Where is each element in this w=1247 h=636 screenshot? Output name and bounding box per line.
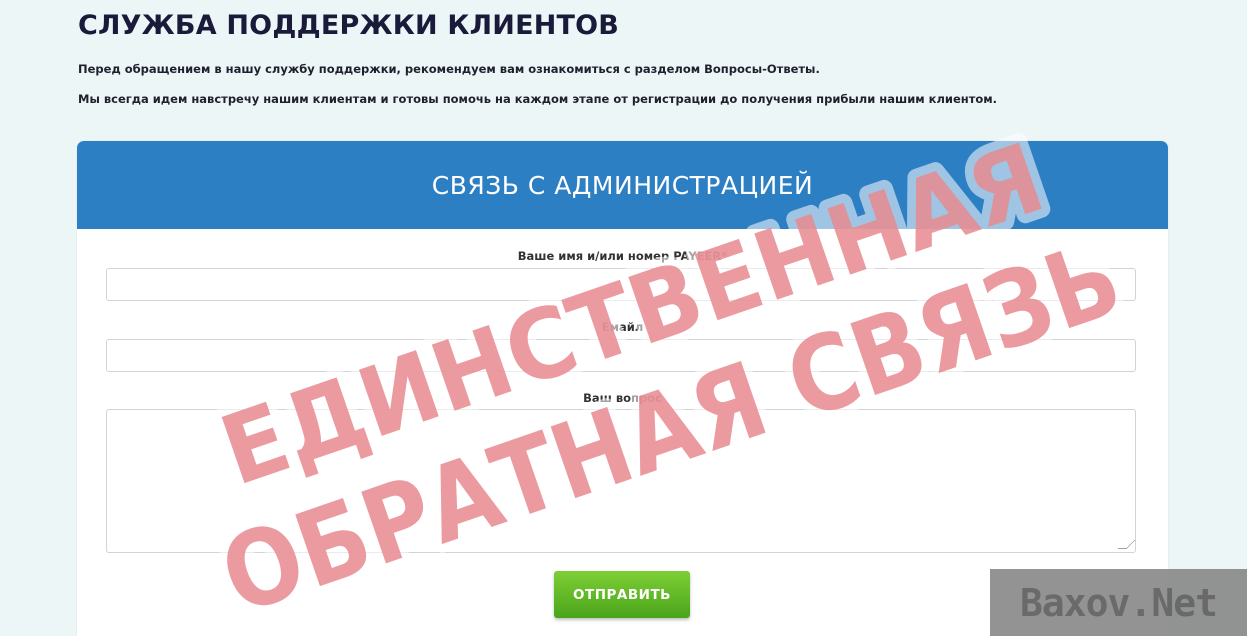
resize-handle-icon[interactable] [1117,540,1136,549]
contact-form-card: СВЯЗЬ С АДМИНИСТРАЦИЕЙ Ваше имя и/или но… [77,141,1168,636]
site-watermark-badge: Baxov.Net [990,569,1247,636]
name-label: Ваше имя и/или номер PAYEER* [517,249,728,263]
question-label: Ваш вопрос [583,391,662,405]
email-input[interactable] [106,339,1136,372]
intro-text-faq: Перед обращением в нашу службу поддержки… [78,62,820,76]
form-header: СВЯЗЬ С АДМИНИСТРАЦИЕЙ [77,141,1168,229]
submit-button[interactable]: ОТПРАВИТЬ [554,571,690,618]
name-input[interactable] [106,268,1136,301]
email-label: Емайл [601,320,644,334]
question-textarea[interactable] [106,409,1136,553]
site-watermark-text: Baxov.Net [1020,580,1218,625]
page-title: СЛУЖБА ПОДДЕРЖКИ КЛИЕНТОВ [78,10,620,41]
intro-text-support: Мы всегда идем навстречу нашим клиентам … [78,92,998,106]
form-title: СВЯЗЬ С АДМИНИСТРАЦИЕЙ [431,170,814,200]
